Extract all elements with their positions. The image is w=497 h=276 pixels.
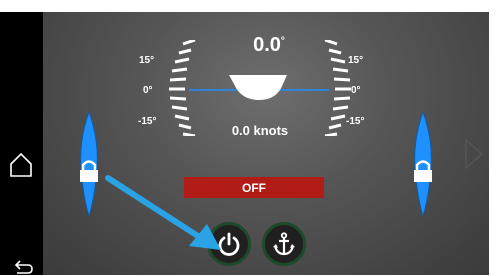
boat-hull-indicator xyxy=(189,75,329,100)
anchor-icon xyxy=(273,232,295,256)
back-icon[interactable] xyxy=(14,260,34,276)
right-trim-tab[interactable] xyxy=(405,110,441,218)
trim-angle-readout: 0.0° xyxy=(229,34,309,57)
right-scale-label-mid: 0° xyxy=(351,85,361,96)
speed-readout: 0.0 knots xyxy=(231,123,289,138)
android-nav-bar xyxy=(0,12,43,275)
chevron-right-icon[interactable] xyxy=(463,138,485,170)
right-edge-area xyxy=(489,0,497,275)
right-scale-label-top: 15° xyxy=(348,55,364,66)
home-icon[interactable] xyxy=(9,152,33,178)
left-scale-label-bottom: -15° xyxy=(138,116,157,127)
annotation-arrow xyxy=(105,175,221,250)
anchor-button[interactable] xyxy=(262,222,306,266)
left-scale-label-top: 15° xyxy=(139,55,155,66)
trim-angle-value: 0.0 xyxy=(253,34,281,56)
trim-angle-unit: ° xyxy=(280,35,285,47)
left-scale-label-mid: 0° xyxy=(143,85,153,96)
trim-control-panel: 15° 0° -15° 15° 0° -15° 0.0° 0.0 knots O… xyxy=(43,12,489,275)
right-scale-label-bottom: -15° xyxy=(346,116,365,127)
left-trim-tab[interactable] xyxy=(71,110,107,218)
